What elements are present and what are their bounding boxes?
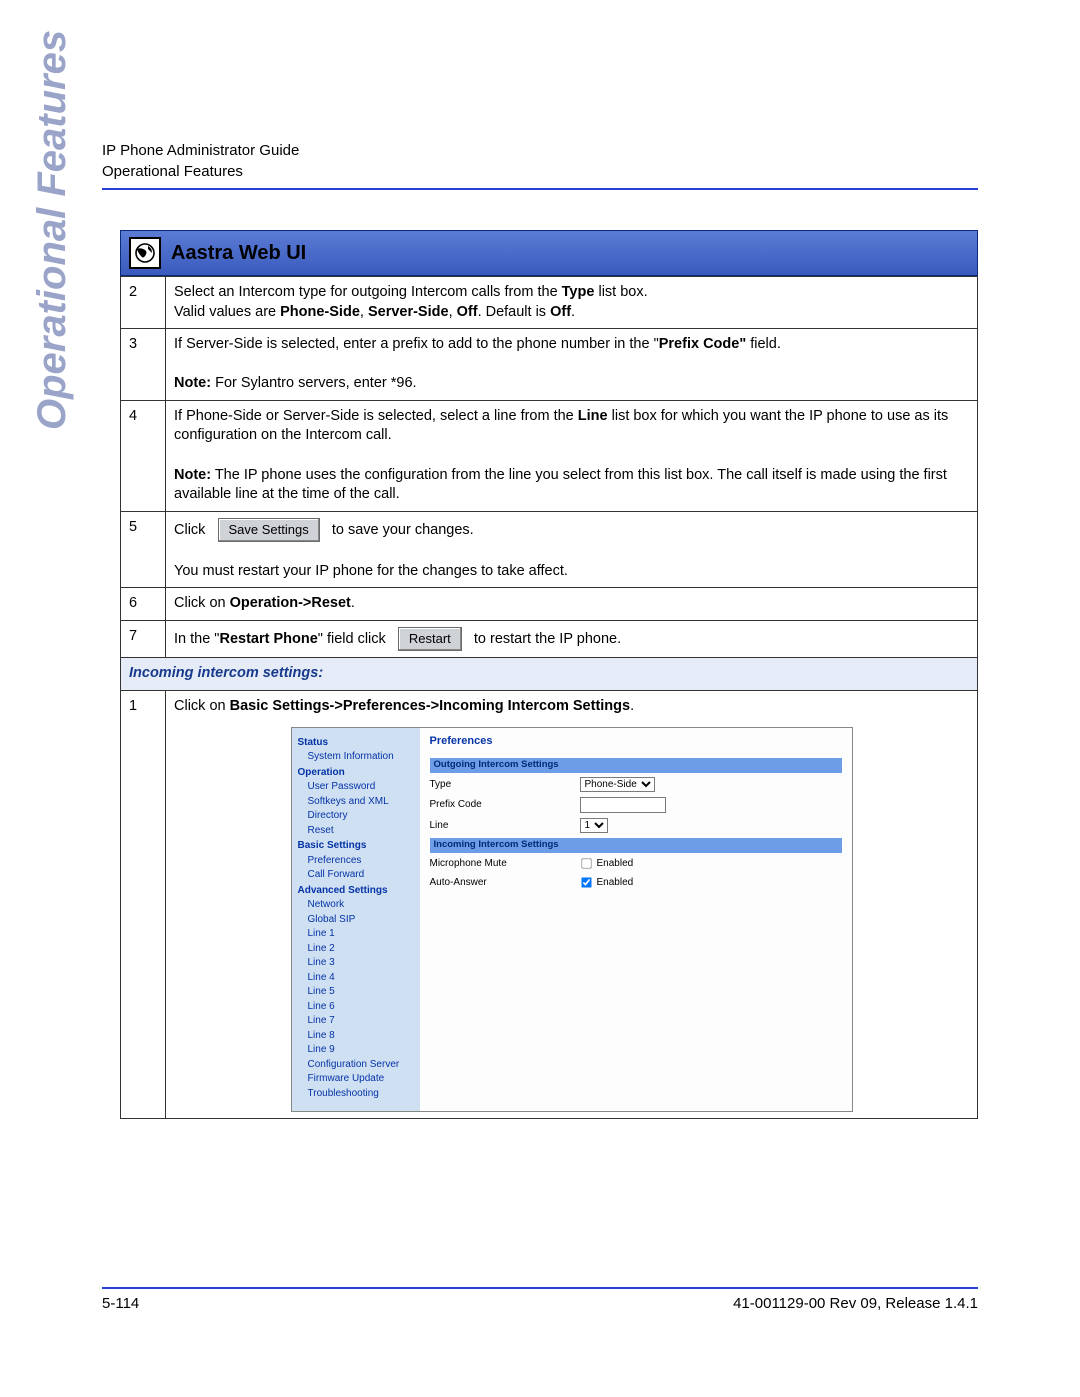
auto-answer-label: Auto-Answer (430, 876, 580, 890)
mic-mute-checkbox[interactable] (581, 859, 591, 869)
step-cell: Click Save Settings to save your changes… (166, 511, 978, 588)
embedded-web-ui: Status System Information Operation User… (291, 727, 853, 1113)
chapter-side-label: Operational Features (30, 30, 75, 430)
nav-item[interactable]: Line 3 (308, 956, 418, 970)
nav-item[interactable]: User Password (308, 780, 418, 794)
nav-item[interactable]: Softkeys and XML (308, 795, 418, 809)
step-cell: If Server-Side is selected, enter a pref… (166, 329, 978, 401)
nav-item[interactable]: Reset (308, 824, 418, 838)
nav-item[interactable]: Line 7 (308, 1014, 418, 1028)
step-num: 3 (121, 329, 166, 401)
mic-mute-label: Microphone Mute (430, 857, 580, 871)
nav-operation[interactable]: Operation (298, 766, 418, 780)
step-num: 6 (121, 588, 166, 621)
section-header: Incoming intercom settings: (121, 658, 978, 691)
header-line-2: Operational Features (102, 161, 978, 182)
nav-basic-settings[interactable]: Basic Settings (298, 839, 418, 853)
page-footer: 5-114 41-001129-00 Rev 09, Release 1.4.1 (102, 1287, 978, 1312)
outgoing-band: Outgoing Intercom Settings (430, 758, 842, 773)
type-label: Type (430, 778, 580, 792)
incoming-band: Incoming Intercom Settings (430, 838, 842, 853)
nav-item[interactable]: Preferences (308, 854, 418, 868)
line-select[interactable]: 1 (580, 818, 608, 833)
step-num: 5 (121, 511, 166, 588)
nav-item[interactable]: System Information (308, 750, 418, 764)
nav-item[interactable]: Directory (308, 809, 418, 823)
step-cell: Click on Basic Settings->Preferences->In… (166, 690, 978, 1118)
nav-item[interactable]: Line 9 (308, 1043, 418, 1057)
step-cell: If Phone-Side or Server-Side is selected… (166, 400, 978, 511)
globe-icon (129, 237, 161, 269)
save-settings-button: Save Settings (218, 518, 320, 543)
web-ui-banner: Aastra Web UI (120, 230, 978, 276)
nav-item[interactable]: Firmware Update (308, 1072, 418, 1086)
step-cell: In the "Restart Phone" field click Resta… (166, 620, 978, 658)
nav-item[interactable]: Line 8 (308, 1029, 418, 1043)
footer-doc-id: 41-001129-00 Rev 09, Release 1.4.1 (733, 1295, 978, 1312)
nav-item[interactable]: Line 1 (308, 927, 418, 941)
step-num: 2 (121, 277, 166, 329)
step-num: 7 (121, 620, 166, 658)
preferences-title: Preferences (430, 734, 842, 749)
line-label: Line (430, 819, 580, 833)
embedded-sidebar: Status System Information Operation User… (292, 728, 420, 1112)
step-num: 4 (121, 400, 166, 511)
step-cell: Select an Intercom type for outgoing Int… (166, 277, 978, 329)
header-line-1: IP Phone Administrator Guide (102, 140, 978, 161)
step-num: 1 (121, 690, 166, 1118)
auto-answer-checkbox[interactable] (581, 877, 591, 887)
prefix-label: Prefix Code (430, 798, 580, 812)
nav-item[interactable]: Line 4 (308, 971, 418, 985)
nav-status[interactable]: Status (298, 736, 418, 750)
restart-button: Restart (398, 627, 462, 652)
type-select[interactable]: Phone-Side (580, 777, 655, 792)
nav-item[interactable]: Global SIP (308, 913, 418, 927)
nav-item[interactable]: Line 2 (308, 942, 418, 956)
nav-item[interactable]: Network (308, 898, 418, 912)
content: Aastra Web UI 2 Select an Intercom type … (120, 230, 978, 1119)
nav-item[interactable]: Line 6 (308, 1000, 418, 1014)
page: Operational Features IP Phone Administra… (0, 0, 1080, 1397)
nav-item[interactable]: Configuration Server (308, 1058, 418, 1072)
web-ui-title: Aastra Web UI (171, 242, 306, 265)
step-cell: Click on Operation->Reset. (166, 588, 978, 621)
embedded-main: Preferences Outgoing Intercom Settings T… (420, 728, 852, 1112)
steps-table: 2 Select an Intercom type for outgoing I… (120, 276, 978, 1119)
nav-advanced-settings[interactable]: Advanced Settings (298, 884, 418, 898)
nav-item[interactable]: Line 5 (308, 985, 418, 999)
nav-item[interactable]: Troubleshooting (308, 1087, 418, 1101)
prefix-code-input[interactable] (580, 797, 666, 813)
nav-item[interactable]: Call Forward (308, 868, 418, 882)
page-header: IP Phone Administrator Guide Operational… (102, 140, 978, 190)
footer-page-number: 5-114 (102, 1295, 139, 1312)
